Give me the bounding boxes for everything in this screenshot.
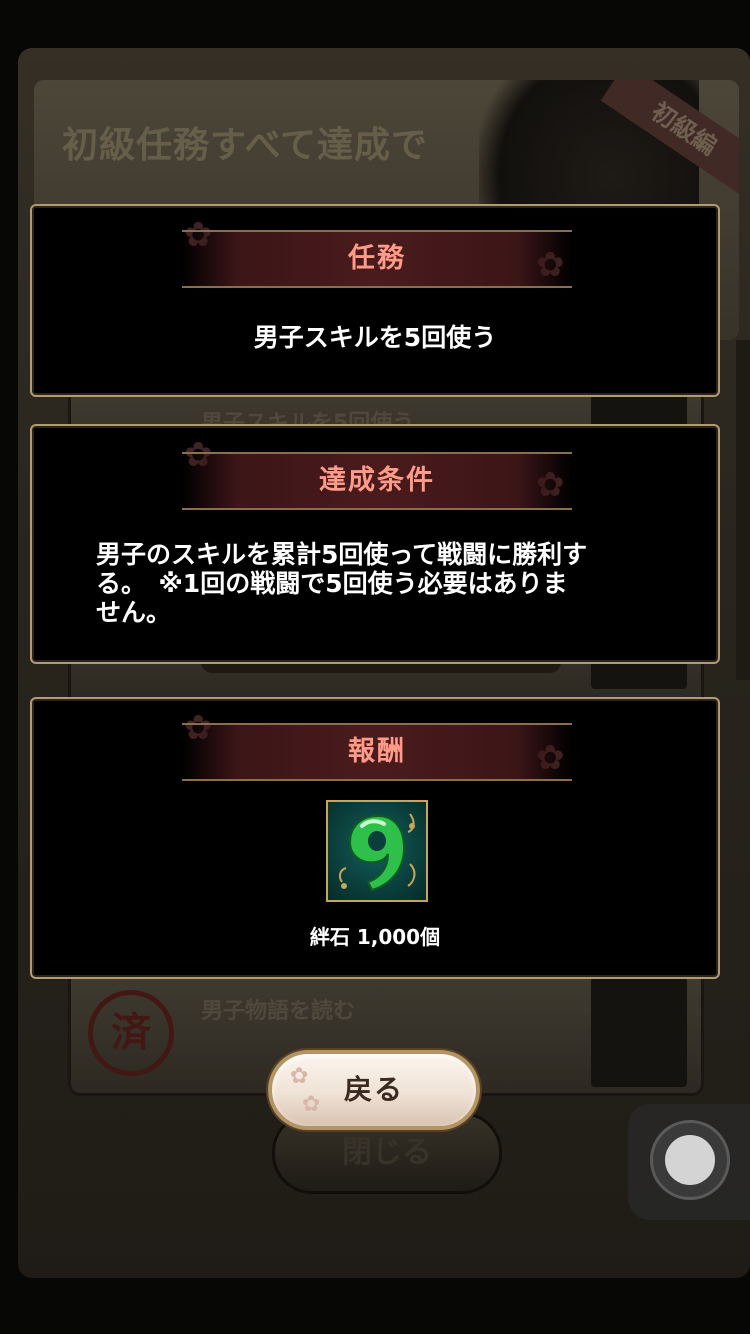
back-button[interactable]: ✿ ✿ 戻る bbox=[268, 1050, 480, 1130]
reward-header: 報酬 bbox=[182, 723, 572, 781]
task-panel: ✿ ✿ ✿ 任務 男子スキルを5回使う bbox=[30, 204, 720, 397]
assistive-touch-ring bbox=[650, 1120, 730, 1200]
assistive-touch-button[interactable] bbox=[628, 1104, 750, 1220]
condition-header: 達成条件 bbox=[182, 452, 572, 510]
reward-label: 絆石 1,000個 bbox=[309, 925, 441, 949]
blossom-icon: ✿ bbox=[290, 1064, 311, 1089]
condition-line: せん。 bbox=[96, 598, 172, 627]
task-header: 任務 bbox=[182, 230, 572, 288]
assistive-touch-core bbox=[665, 1135, 715, 1185]
condition-line: る。 ※1回の戦闘で5回使う必要はありま bbox=[96, 569, 568, 598]
blossom-icon: ✿ bbox=[302, 1092, 323, 1117]
condition-line: 男子のスキルを累計5回使って戦闘に勝利す bbox=[96, 540, 588, 569]
condition-panel: ✿ ✿ ✿ 達成条件 男子のスキルを累計5回使って戦闘に勝利す る。 ※1回の戦… bbox=[30, 424, 720, 664]
kizuna-stone-icon bbox=[326, 800, 428, 902]
reward-panel: ✿ ✿ ✿ 報酬 絆石 1,000個 bbox=[30, 697, 720, 979]
back-button-label: 戻る bbox=[343, 1073, 404, 1106]
task-text: 男子スキルを5回使う bbox=[253, 323, 497, 352]
condition-text: 男子のスキルを累計5回使って戦闘に勝利す る。 ※1回の戦闘で5回使う必要はあり… bbox=[96, 540, 658, 627]
